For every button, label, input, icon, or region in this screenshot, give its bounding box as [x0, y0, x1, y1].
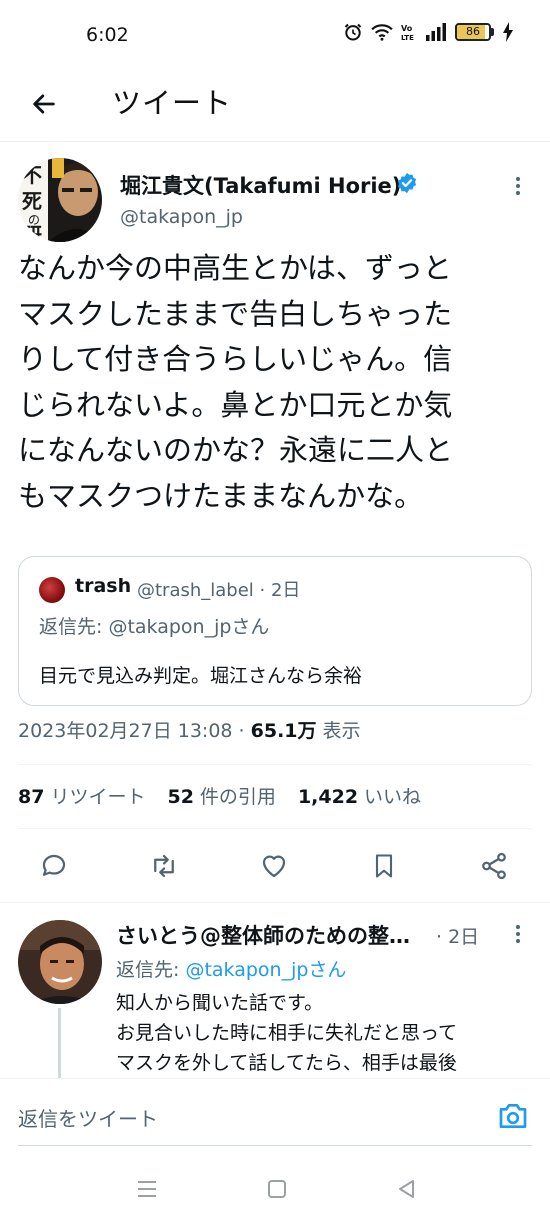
camera-button[interactable]: [496, 1099, 530, 1133]
system-nav-bar: [0, 1158, 550, 1222]
back-triangle-icon: [399, 1180, 414, 1198]
divider: [18, 764, 532, 765]
tweet-text: なんか今の中高生とかは、ずっと マスクしたままで告白しちゃった りして付き合うら…: [18, 246, 534, 520]
heart-icon: [262, 855, 286, 878]
svg-text:不: 不: [22, 163, 42, 187]
tweet-text-line: りして付き合うらしいじゃん。信: [18, 342, 453, 377]
back-button[interactable]: [24, 84, 64, 124]
share-button[interactable]: [474, 846, 514, 886]
tweet-text-line: になんないのかな？永遠に二人と: [18, 433, 454, 468]
reply-input[interactable]: 返信をツイート: [18, 1103, 158, 1132]
share-icon: [482, 852, 506, 880]
like-stat[interactable]: 1,422 いいね: [298, 782, 421, 809]
svg-text:Vo: Vo: [401, 24, 413, 33]
recents-button[interactable]: [132, 1174, 162, 1204]
tweet-actions: [0, 846, 550, 886]
tweet-text-line: マスクしたままで告白しちゃった: [18, 296, 453, 331]
reply-compose-bar: 返信をツイート: [0, 1078, 550, 1158]
charging-icon: [503, 22, 513, 42]
reply-author-avatar[interactable]: [18, 920, 102, 1004]
tweet-text-line: じられないよ。鼻とか口元とか気: [18, 387, 453, 422]
status-icons: Vo LTE 86: [343, 22, 514, 42]
reply-author-name[interactable]: さいとう@整体師のための整…: [116, 920, 410, 950]
alarm-icon: [344, 23, 362, 41]
like-button[interactable]: [254, 846, 294, 886]
home-square-icon: [268, 1180, 286, 1198]
tweet-stats: 87 リツイート 52 件の引用 1,422 いいね: [18, 782, 421, 809]
input-underline: [18, 1145, 532, 1146]
back-arrow-icon: [33, 94, 55, 114]
verified-badge-icon: [397, 172, 417, 194]
wifi-icon: [371, 24, 393, 41]
reply-text-line: マスクを外して話してたら、相手は最後: [116, 1052, 457, 1074]
reply-text-line: お見合いした時に相手に失礼だと思って: [116, 1022, 458, 1044]
bookmark-button[interactable]: [364, 846, 404, 886]
status-time: 6:02: [86, 24, 129, 46]
quote-reply-to: 返信先: @takapon_jpさん: [39, 616, 270, 638]
retweet-button[interactable]: [144, 846, 184, 886]
author-name[interactable]: 堀江貴文(Takafumi Horie): [120, 170, 401, 200]
retweet-icon: [154, 854, 174, 878]
back-nav-button[interactable]: [392, 1174, 422, 1204]
camera-icon: [499, 1104, 527, 1128]
reply-button[interactable]: [34, 846, 74, 886]
battery-level: 86: [466, 25, 480, 38]
retweet-stat[interactable]: 87 リツイート: [18, 782, 145, 809]
svg-text:LTE: LTE: [401, 34, 414, 42]
header: ツイート: [0, 70, 550, 142]
author-avatar-image: 不 死 の 研: [18, 158, 102, 242]
quote-avatar: [39, 577, 65, 603]
tweet-text-line: なんか今の中高生とかは、ずっと: [18, 251, 452, 285]
reply-text-line: 知人から聞いた話です。: [116, 992, 324, 1014]
divider: [18, 828, 532, 829]
reply-to-handle-link[interactable]: @takapon_jpさん: [185, 959, 346, 981]
battery-indicator: 86: [455, 23, 494, 41]
reply-to-label: 返信先: @takapon_jpさん: [116, 959, 347, 981]
signal-icon: [426, 23, 446, 41]
volte-icon: VoLTE: [401, 24, 414, 42]
author-avatar[interactable]: 不 死 の 研: [18, 158, 102, 242]
more-options-icon[interactable]: [510, 922, 526, 946]
quote-author-handle: @trash_label · 2日: [137, 580, 301, 601]
reply-avatar-image: [18, 920, 102, 1004]
more-options-icon[interactable]: [510, 174, 526, 198]
tweet-text-line: もマスクつけたままなんかな。: [18, 478, 424, 513]
view-label: 表示: [316, 720, 361, 742]
quote-text: 目元で見込み判定。堀江さんなら余裕: [39, 665, 363, 687]
reply-time: · 2日: [436, 926, 480, 948]
thread-line: [58, 1008, 61, 1078]
reply-icon: [42, 854, 66, 876]
author-handle[interactable]: @takapon_jp: [120, 206, 243, 228]
status-bar: 6:02 Vo LTE 86: [0, 0, 550, 70]
svg-text:死: 死: [22, 189, 42, 213]
section-divider: [0, 902, 550, 903]
timestamp-text: 2023年02月27日 13:08 ·: [18, 720, 251, 742]
quote-author-name: trash: [75, 575, 132, 597]
quoted-tweet[interactable]: trash @trash_label · 2日 返信先: @takapon_jp…: [18, 556, 532, 706]
tweet-timestamp: 2023年02月27日 13:08 · 65.1万 表示: [18, 716, 361, 743]
quote-stat[interactable]: 52 件の引用: [167, 782, 275, 809]
bookmark-icon: [375, 854, 393, 878]
menu-icon: [138, 1181, 156, 1197]
reply-text: 知人から聞いた話です。 お見合いした時に相手に失礼だと思って マスクを外して話し…: [116, 988, 536, 1078]
svg-text:研: 研: [22, 223, 42, 242]
page-title: ツイート: [112, 86, 233, 120]
view-count: 65.1万: [250, 720, 317, 742]
home-button[interactable]: [262, 1174, 292, 1204]
